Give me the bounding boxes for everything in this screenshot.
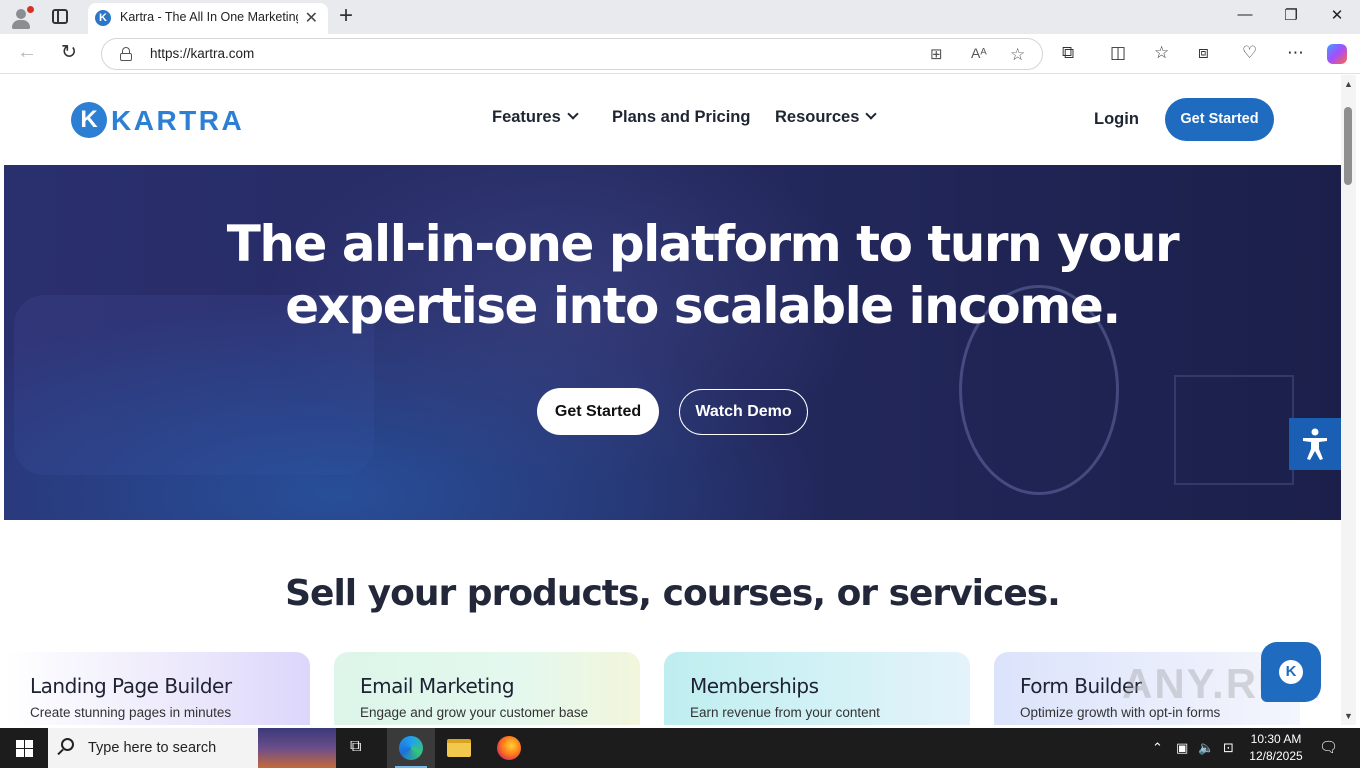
logo-wordmark: KARTRA — [111, 105, 245, 136]
hero-title: The all-in-one platform to turn your exp… — [4, 213, 1341, 337]
nav-features-label: Features — [492, 108, 561, 126]
hero-title-line-1: The all-in-one platform to turn your — [226, 215, 1180, 273]
read-aloud-icon[interactable]: Aᴬ — [971, 45, 987, 61]
nav-resources[interactable]: Resources — [775, 108, 878, 127]
notifications-icon[interactable]: 🗨 — [1319, 738, 1338, 756]
url-text[interactable]: https://kartra.com — [150, 46, 254, 61]
nav-plans-and-pricing[interactable]: Plans and Pricing — [612, 108, 750, 127]
chevron-down-icon — [567, 108, 579, 120]
close-tab-icon[interactable]: ✕ — [305, 8, 318, 28]
favorites-icon[interactable]: ☆ — [1154, 43, 1169, 63]
chevron-down-icon — [865, 108, 878, 120]
card-title: Landing Page Builder — [30, 674, 232, 698]
card-title: Email Marketing — [360, 674, 515, 698]
show-hidden-icons-chevron-icon[interactable]: ⌃ — [1152, 740, 1163, 756]
web-page: K KARTRA Features Plans and Pricing Reso… — [4, 75, 1341, 725]
close-window-icon[interactable]: ✕ — [1314, 6, 1360, 24]
windows-taskbar: Type here to search ⧉ ⌃ ▣ 🔈 ⊡ 10:30 AM 1… — [0, 728, 1360, 768]
kartra-favicon-icon: K — [95, 10, 111, 26]
taskbar-search-box[interactable]: Type here to search — [48, 728, 336, 768]
firefox-icon[interactable] — [497, 736, 521, 760]
split-screen-icon[interactable]: ◫ — [1110, 43, 1126, 63]
profile-icon[interactable] — [9, 6, 34, 30]
edge-taskbar-icon[interactable] — [399, 736, 423, 760]
hero-title-line-2: expertise into scalable income. — [285, 277, 1121, 335]
header-get-started-button[interactable]: Get Started — [1165, 98, 1274, 141]
card-title: Memberships — [690, 674, 819, 698]
minimize-icon[interactable]: — — [1222, 6, 1268, 23]
card-subtitle: Earn revenue from your content — [690, 705, 880, 720]
accessibility-icon — [1303, 428, 1327, 460]
nav-features[interactable]: Features — [492, 108, 579, 127]
volume-icon[interactable]: 🔈 — [1198, 740, 1214, 756]
hero-section: The all-in-one platform to turn your exp… — [4, 165, 1341, 520]
page-scrollbar[interactable]: ▲ ▼ — [1341, 75, 1356, 725]
taskbar-clock[interactable]: 10:30 AM 12/8/2025 — [1246, 731, 1306, 765]
taskbar-search-placeholder: Type here to search — [88, 740, 217, 756]
restore-icon[interactable]: ❐ — [1268, 6, 1314, 24]
hero-get-started-button[interactable]: Get Started — [537, 388, 659, 435]
kartra-chat-icon: K — [1279, 660, 1303, 684]
browser-essentials-icon[interactable]: ♡ — [1242, 43, 1257, 63]
login-link[interactable]: Login — [1094, 110, 1139, 129]
extensions-icon[interactable]: ⧉ — [1062, 43, 1074, 63]
meet-now-icon[interactable]: ▣ — [1176, 740, 1188, 756]
lock-icon[interactable] — [120, 47, 132, 61]
scrollbar-thumb[interactable] — [1344, 107, 1352, 185]
clock-time: 10:30 AM — [1250, 732, 1302, 746]
new-tab-icon[interactable]: + — [339, 3, 353, 29]
clock-date: 12/8/2025 — [1249, 749, 1303, 763]
section-heading: Sell your products, courses, or services… — [285, 573, 1061, 614]
tab-title: Kartra - The All In One Marketing — [120, 10, 298, 24]
file-explorer-icon[interactable] — [447, 739, 471, 757]
chat-widget-button[interactable]: K — [1261, 642, 1321, 702]
scroll-up-icon[interactable]: ▲ — [1344, 79, 1353, 89]
feature-card-email-marketing[interactable]: Email Marketing Engage and grow your cus… — [334, 652, 640, 725]
collections-icon[interactable]: ⧈ — [1198, 43, 1209, 63]
app-available-icon[interactable]: ⊞ — [930, 45, 943, 63]
tab-actions-icon[interactable] — [52, 9, 68, 24]
feature-card-memberships[interactable]: Memberships Earn revenue from your conte… — [664, 652, 970, 725]
search-highlight-image — [258, 728, 336, 768]
feature-card-landing-page-builder[interactable]: Landing Page Builder Create stunning pag… — [4, 652, 310, 725]
site-header: K KARTRA Features Plans and Pricing Reso… — [4, 75, 1341, 165]
watch-demo-button[interactable]: Watch Demo — [679, 389, 808, 435]
accessibility-button[interactable] — [1289, 418, 1341, 470]
browser-tab-active[interactable]: K Kartra - The All In One Marketing ✕ — [88, 3, 328, 34]
more-options-icon[interactable]: ⋯ — [1287, 43, 1304, 63]
back-arrow-icon[interactable]: ← — [17, 41, 37, 64]
windows-start-icon[interactable] — [16, 740, 33, 757]
card-subtitle: Engage and grow your customer base — [360, 705, 589, 720]
browser-tab-strip: K Kartra - The All In One Marketing ✕ + … — [0, 0, 1360, 34]
network-icon[interactable]: ⊡ — [1223, 740, 1234, 756]
reload-icon[interactable]: ↻ — [61, 41, 77, 64]
kartra-logo-icon: K — [71, 102, 107, 138]
nav-resources-label: Resources — [775, 108, 860, 126]
copilot-icon[interactable] — [1327, 44, 1347, 64]
card-subtitle: Create stunning pages in minutes — [30, 705, 232, 720]
search-icon — [61, 738, 74, 751]
nav-plans-label: Plans and Pricing — [612, 108, 751, 126]
favorite-star-icon[interactable]: ☆ — [1010, 45, 1025, 65]
task-view-icon[interactable]: ⧉ — [350, 738, 374, 762]
scroll-down-icon[interactable]: ▼ — [1344, 711, 1353, 721]
address-bar[interactable]: https://kartra.com ⊞ Aᴬ ☆ — [101, 38, 1043, 70]
